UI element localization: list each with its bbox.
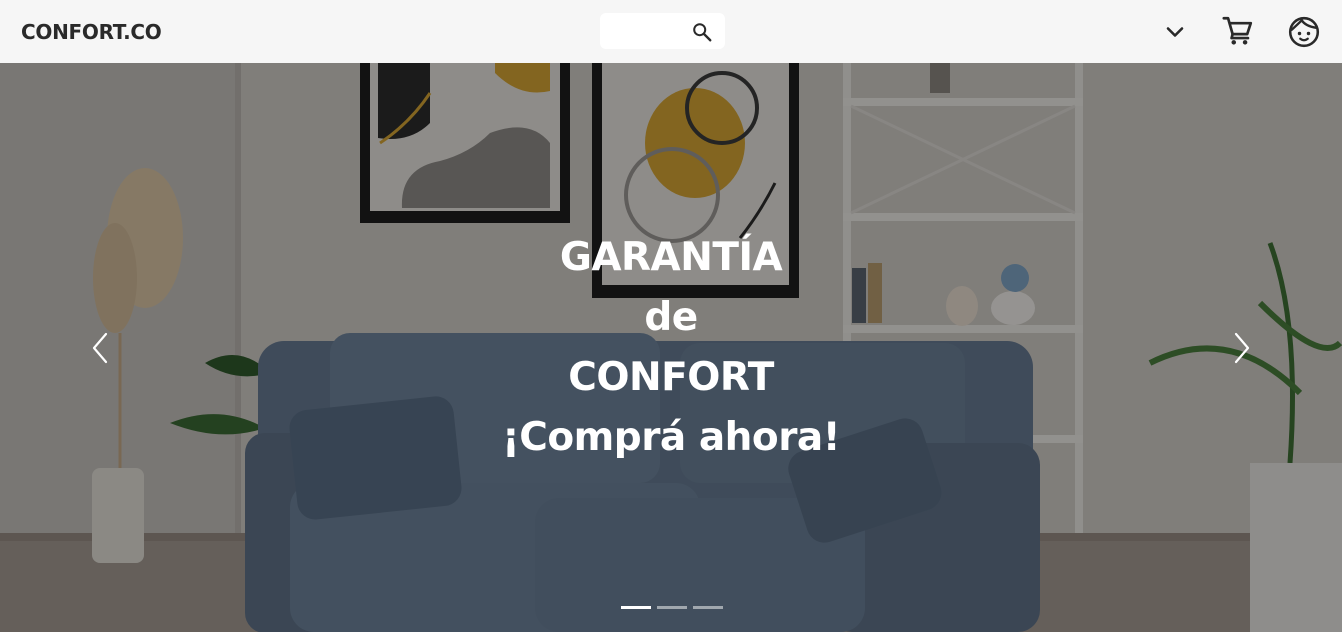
hero-headline: GARANTÍA de CONFORT ¡Comprá ahora! bbox=[421, 228, 921, 468]
brand-logo[interactable]: CONFORT.CO bbox=[21, 20, 162, 44]
hero-line-1: GARANTÍA bbox=[559, 235, 783, 280]
chevron-down-icon[interactable] bbox=[1163, 20, 1187, 44]
cart-icon[interactable] bbox=[1221, 14, 1255, 48]
carousel-indicator-2[interactable] bbox=[657, 606, 687, 609]
search-icon[interactable] bbox=[691, 21, 713, 43]
hero-carousel: GARANTÍA de CONFORT ¡Comprá ahora! bbox=[0, 63, 1342, 632]
hero-line-3: CONFORT bbox=[568, 355, 774, 400]
carousel-next-arrow-icon[interactable] bbox=[1229, 331, 1253, 365]
carousel-indicator-1[interactable] bbox=[621, 606, 651, 609]
carousel-indicator-3[interactable] bbox=[693, 606, 723, 609]
search-input[interactable] bbox=[608, 21, 688, 41]
hero-line-2: de bbox=[644, 295, 698, 340]
hero-line-4: ¡Comprá ahora! bbox=[501, 415, 841, 460]
carousel-indicators bbox=[621, 603, 731, 613]
top-navbar: CONFORT.CO bbox=[0, 0, 1342, 63]
carousel-prev-arrow-icon[interactable] bbox=[89, 331, 113, 365]
user-icon[interactable] bbox=[1286, 14, 1322, 50]
